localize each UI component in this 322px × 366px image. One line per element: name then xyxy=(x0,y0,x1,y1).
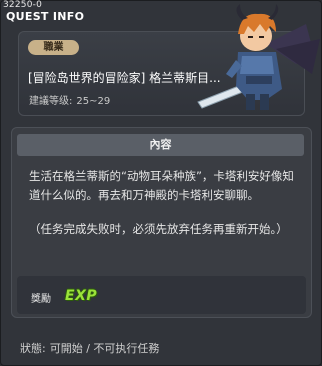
quest-note: （任务完成失败时，必须先放弃任务再重新开始。） xyxy=(29,222,288,236)
exp-reward-icon[interactable]: EXP xyxy=(65,288,97,304)
character-icon xyxy=(197,4,320,110)
recommend-level: 建議等级: 25~29 xyxy=(29,92,110,107)
status-label: 狀態: xyxy=(20,342,46,355)
status-value: 可開始 / 不可执行任務 xyxy=(49,342,160,355)
reward-box xyxy=(17,276,306,314)
reward-label: 獎勵 xyxy=(31,294,51,305)
content-header: 內容 xyxy=(17,134,304,156)
recommend-level-value: 25~29 xyxy=(76,96,111,107)
quest-description: 生活在格兰蒂斯的“动物耳朵种族”，卡塔利安好像知道什么似的。再去和万神殿的卡塔利… xyxy=(29,169,294,202)
quest-id: 32250-0 xyxy=(3,0,43,10)
recommend-level-label: 建議等级: xyxy=(29,96,73,107)
window-title[interactable]: QUEST INFO xyxy=(6,10,84,23)
quest-status: 狀態: 可開始 / 不可执行任務 xyxy=(20,340,159,356)
job-badge: 職業 xyxy=(28,40,79,55)
